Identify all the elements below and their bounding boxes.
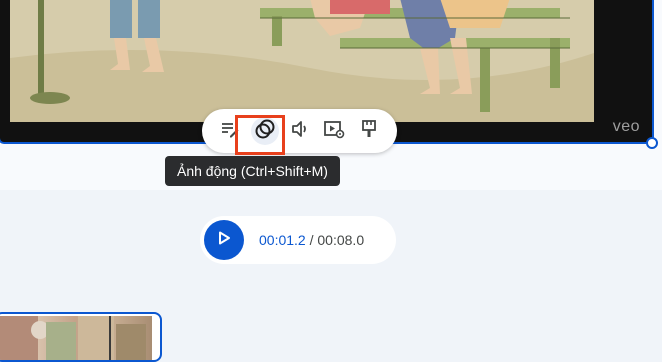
video-settings-button[interactable] <box>320 117 348 145</box>
paintbrush-icon <box>360 119 378 144</box>
current-time: 00:01.2 <box>259 232 306 248</box>
time-separator: / <box>305 232 318 248</box>
tooltip: Ảnh động (Ctrl+Shift+M) <box>165 156 340 186</box>
play-icon <box>217 231 231 250</box>
highlight-box <box>235 115 285 155</box>
style-button[interactable] <box>355 117 383 145</box>
audio-button[interactable] <box>286 117 314 145</box>
play-button[interactable] <box>204 220 244 260</box>
speaker-icon <box>290 119 310 144</box>
veo-watermark: veo <box>612 118 640 135</box>
video-gear-icon <box>323 119 345 144</box>
preview-image <box>10 0 594 122</box>
clip-thumbnail-image <box>0 316 152 360</box>
time-display: 00:01.2 / 00:08.0 <box>259 232 364 248</box>
playback-control: 00:01.2 / 00:08.0 <box>200 216 396 264</box>
timeline-clip-thumbnail[interactable] <box>0 312 162 362</box>
total-time: 00:08.0 <box>317 232 365 248</box>
floating-toolbar <box>202 109 397 153</box>
resize-handle[interactable] <box>646 137 658 149</box>
